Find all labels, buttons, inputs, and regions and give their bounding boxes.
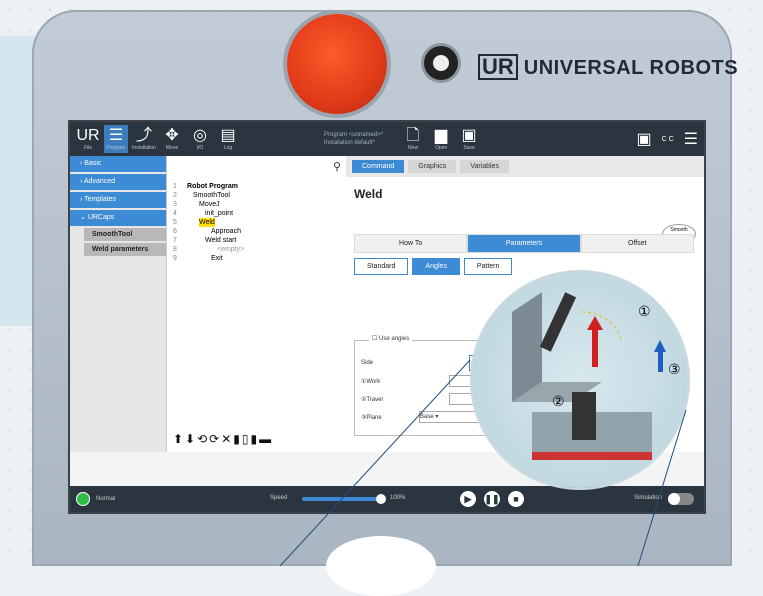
callout-bubble	[326, 536, 436, 596]
callout-lines	[279, 359, 687, 566]
